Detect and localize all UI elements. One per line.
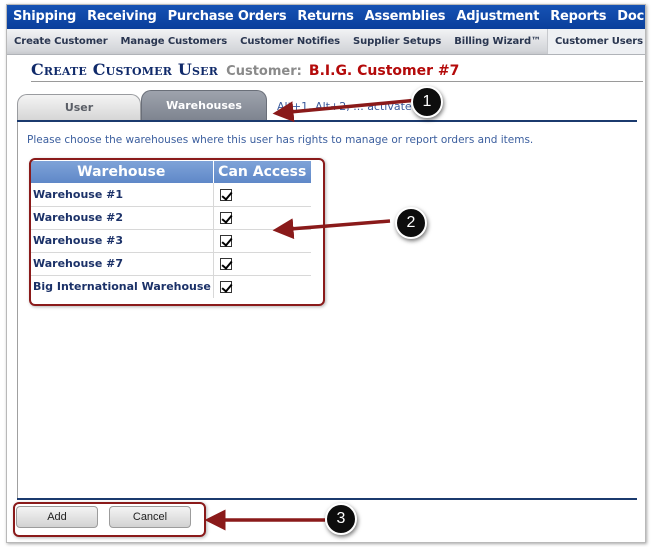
page-title: Create Customer User Customer: B.I.G. Cu…	[31, 60, 643, 82]
table-row: Warehouse #7	[30, 252, 311, 276]
top-nav: Shipping Receiving Purchase Orders Returns A…	[7, 5, 645, 29]
warehouse-name: Warehouse #3	[30, 229, 213, 253]
instructions-text: Please choose the warehouses where this …	[27, 134, 534, 146]
nav-purchase-orders[interactable]: Purchase Orders	[162, 5, 292, 29]
nav-reports[interactable]: Reports	[544, 5, 611, 29]
table-header-row: Warehouse Can Access	[30, 161, 311, 183]
header-can-access: Can Access	[213, 161, 311, 183]
nav-assemblies[interactable]: Assemblies	[359, 5, 451, 29]
subnav-create-customer[interactable]: Create Customer	[7, 29, 114, 54]
subnav-customer-notifies[interactable]: Customer Notifies	[233, 29, 346, 54]
tab-shortcut-hint: Alt+1, Alt+2, ... activate tab	[277, 100, 434, 113]
table-row: Warehouse #3	[30, 229, 311, 253]
customer-name: B.I.G. Customer #7	[308, 63, 460, 79]
customer-label: Customer:	[226, 64, 302, 79]
can-access-checkbox[interactable]	[219, 212, 232, 224]
can-access-checkbox[interactable]	[219, 258, 232, 270]
nav-returns[interactable]: Returns	[291, 5, 358, 29]
nav-receiving[interactable]: Receiving	[81, 5, 162, 29]
subnav-billing-wizard[interactable]: Billing Wizard™	[447, 29, 547, 54]
tab-bar: User Warehouses Alt+1, Alt+2, ... activa…	[17, 88, 647, 120]
warehouse-name: Warehouse #1	[30, 183, 213, 207]
annotation-badge-2: 2	[395, 207, 427, 239]
tab-divider	[17, 120, 637, 122]
panel-bottom-divider	[17, 498, 637, 500]
warehouse-name: Big International Warehouse	[33, 280, 211, 294]
page-title-text: Create Customer User	[31, 60, 219, 79]
subnav-supplier-setups[interactable]: Supplier Setups	[346, 29, 447, 54]
warehouse-name: Warehouse #2	[30, 206, 213, 230]
annotation-badge-1: 1	[411, 86, 443, 118]
annotation-badge-3: 3	[325, 503, 357, 535]
header-warehouse: Warehouse	[30, 161, 214, 183]
nav-adjustment[interactable]: Adjustment	[450, 5, 544, 29]
warehouse-table: Warehouse Can Access Warehouse #1 Wareho…	[30, 161, 311, 298]
add-button[interactable]: Add	[16, 506, 98, 528]
sub-nav: Create Customer Manage Customers Customer …	[7, 29, 645, 55]
warehouses-panel: Please choose the warehouses where this …	[17, 121, 637, 498]
cancel-button[interactable]: Cancel	[109, 506, 191, 528]
subnav-manage-customers[interactable]: Manage Customers	[114, 29, 234, 54]
tab-user[interactable]: User	[17, 94, 141, 120]
can-access-checkbox[interactable]	[219, 281, 232, 294]
nav-shipping[interactable]: Shipping	[7, 5, 81, 29]
table-row: Big International Warehouse	[30, 275, 311, 298]
can-access-checkbox[interactable]	[219, 188, 232, 201]
can-access-checkbox[interactable]	[219, 235, 232, 247]
subnav-customer-users[interactable]: Customer Users	[546, 29, 645, 54]
table-row: Warehouse #1	[30, 183, 311, 207]
nav-docs[interactable]: Doc	[611, 5, 645, 29]
table-row: Warehouse #2	[30, 206, 311, 230]
warehouse-name: Warehouse #7	[30, 252, 213, 276]
tab-warehouses[interactable]: Warehouses	[141, 90, 267, 120]
